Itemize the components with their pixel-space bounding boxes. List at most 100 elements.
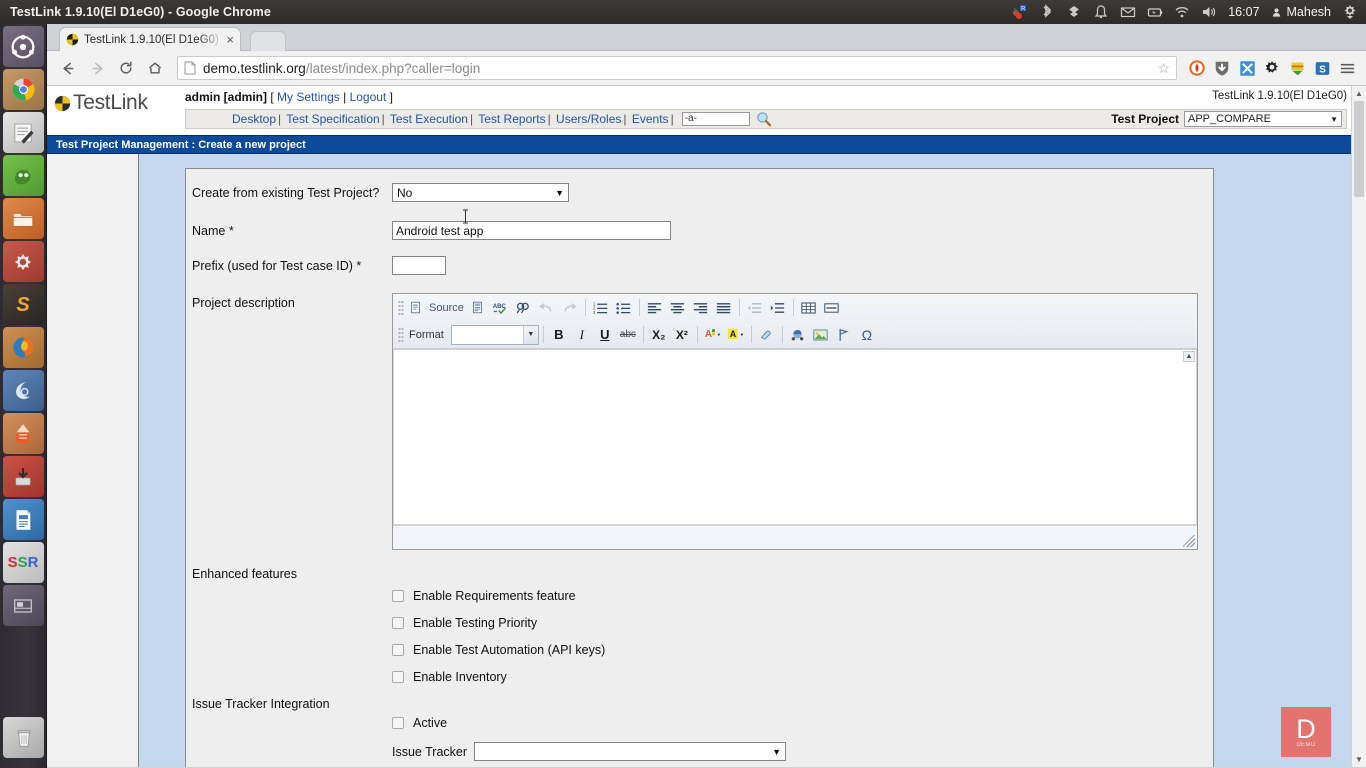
search-input[interactable]: -a- [681, 112, 750, 126]
background-color-button[interactable]: A [725, 324, 747, 346]
bulleted-list-icon[interactable] [613, 297, 635, 319]
nav-item-test-reports[interactable]: Test Reports [478, 112, 545, 126]
new-tab-button[interactable] [250, 31, 286, 51]
align-right-icon[interactable] [690, 297, 712, 319]
launcher-item-firefox[interactable] [2, 327, 44, 368]
link-button[interactable] [787, 324, 809, 346]
templates-icon[interactable] [467, 297, 489, 319]
user-menu[interactable]: Mahesh [1271, 5, 1331, 19]
launcher-item-files[interactable] [2, 198, 44, 239]
launcher-item-system-settings[interactable] [2, 241, 44, 282]
page-scrollbar[interactable]: ▲ ▼ [1351, 86, 1366, 767]
bookmark-star-icon[interactable]: ☆ [1149, 60, 1170, 77]
find-replace-icon[interactable] [513, 297, 535, 319]
launcher-item-gimp[interactable] [2, 155, 44, 196]
nav-item-events[interactable]: Events [632, 112, 669, 126]
bluetooth-icon[interactable] [1039, 4, 1055, 20]
align-justify-icon[interactable] [713, 297, 735, 319]
settings-gear-icon[interactable] [1342, 4, 1358, 20]
tab-close-icon[interactable]: × [226, 33, 234, 46]
launcher-item-sublime-text[interactable]: S [2, 284, 44, 325]
align-left-icon[interactable] [644, 297, 666, 319]
editor-scroll-up-button[interactable]: ▲ [1183, 351, 1195, 362]
align-center-icon[interactable] [667, 297, 689, 319]
name-input[interactable]: Android test app [392, 221, 671, 240]
reload-button[interactable] [113, 55, 139, 81]
snagit-icon[interactable]: S [1311, 57, 1333, 79]
spellcheck-icon[interactable]: ABC [490, 297, 512, 319]
wifi-icon[interactable] [1174, 4, 1190, 20]
launcher-item-libreoffice-writer[interactable] [2, 499, 44, 540]
volume-icon[interactable] [1201, 4, 1217, 20]
create-from-existing-dropdown[interactable]: No ▼ [392, 183, 569, 202]
bell-icon[interactable] [1093, 4, 1109, 20]
logout-link[interactable]: Logout [350, 90, 387, 104]
notification-icon[interactable]: R [1012, 4, 1028, 20]
subscript-button[interactable]: X₂ [648, 324, 670, 346]
anchor-button[interactable] [833, 324, 855, 346]
download-shield-icon[interactable] [1211, 57, 1233, 79]
chrome-menu-icon[interactable] [1336, 57, 1358, 79]
mail-icon[interactable] [1120, 4, 1136, 20]
italic-button[interactable]: I [571, 324, 593, 346]
remove-format-button[interactable] [756, 324, 778, 346]
back-button[interactable] [55, 55, 81, 81]
battery-icon[interactable] [1147, 4, 1163, 20]
page-info-icon[interactable] [184, 61, 196, 75]
source-button[interactable]: Source [407, 297, 466, 319]
clock[interactable]: 16:07 [1228, 5, 1259, 19]
launcher-item-ssr-recorder[interactable]: SSR [2, 542, 44, 583]
prefix-input[interactable] [392, 256, 446, 275]
dropbox-icon[interactable] [1066, 4, 1082, 20]
gear-icon[interactable] [1261, 57, 1283, 79]
launcher-item-orange-app[interactable] [2, 413, 44, 454]
enable-test-automation-checkbox[interactable] [392, 643, 404, 656]
enable-testing-priority-checkbox[interactable] [392, 616, 404, 629]
outdent-icon[interactable] [744, 297, 766, 319]
launcher-item-text-editor[interactable] [2, 112, 44, 153]
launcher-item-blue-app[interactable] [2, 370, 44, 411]
text-color-button[interactable]: A [702, 324, 724, 346]
special-char-button[interactable]: Ω [856, 324, 878, 346]
address-bar[interactable]: demo.testlink.org/latest/index.php?calle… [177, 56, 1177, 80]
nav-item-desktop[interactable]: Desktop [232, 112, 276, 126]
search-icon[interactable] [756, 111, 772, 127]
image-button[interactable] [810, 324, 832, 346]
launcher-item-ubuntu-dash[interactable] [2, 26, 44, 67]
strikethrough-button[interactable]: abc [617, 324, 639, 346]
nav-item-users-roles[interactable]: Users/Roles [556, 112, 621, 126]
editor-resize-handle[interactable] [1183, 535, 1195, 547]
xmarks-icon[interactable] [1236, 57, 1258, 79]
table-icon[interactable] [798, 297, 820, 319]
format-dropdown[interactable]: ▼ [450, 324, 539, 345]
horizontal-rule-icon[interactable] [821, 297, 843, 319]
scroll-up-arrow-icon[interactable]: ▲ [1352, 86, 1366, 101]
numbered-list-icon[interactable]: 1 2 3 [590, 297, 612, 319]
nav-item-test-specification[interactable]: Test Specification [286, 112, 379, 126]
demo-badge[interactable]: D DEMO [1281, 707, 1331, 757]
nav-item-test-execution[interactable]: Test Execution [390, 112, 468, 126]
scroll-down-arrow-icon[interactable]: ▼ [1352, 752, 1366, 767]
adblock-icon[interactable] [1186, 57, 1208, 79]
launcher-item-download-manager[interactable] [2, 456, 44, 497]
issue-tracker-active-checkbox[interactable] [392, 716, 404, 729]
redo-icon[interactable] [559, 297, 581, 319]
enable-requirements-checkbox[interactable] [392, 589, 404, 602]
editor-content-area[interactable]: ▲ [393, 349, 1197, 525]
toolbar-grip[interactable] [398, 299, 404, 316]
colorzilla-icon[interactable] [1286, 57, 1308, 79]
undo-icon[interactable] [536, 297, 558, 319]
scrollbar-thumb[interactable] [1354, 101, 1364, 197]
my-settings-link[interactable]: My Settings [277, 90, 340, 104]
launcher-item-trash[interactable] [3, 717, 44, 758]
forward-button[interactable] [84, 55, 110, 81]
browser-tab[interactable]: TestLink 1.9.10(El D1eG0) × [59, 27, 241, 51]
enable-inventory-checkbox[interactable] [392, 670, 404, 683]
issue-tracker-dropdown[interactable]: ▼ [474, 742, 787, 761]
home-button[interactable] [142, 55, 168, 81]
superscript-button[interactable]: X² [671, 324, 693, 346]
toolbar-grip[interactable] [398, 326, 404, 343]
underline-button[interactable]: U [594, 324, 616, 346]
launcher-item-screen-recorder[interactable] [2, 585, 44, 626]
test-project-dropdown[interactable]: APP_COMPARE ▼ [1184, 111, 1342, 127]
